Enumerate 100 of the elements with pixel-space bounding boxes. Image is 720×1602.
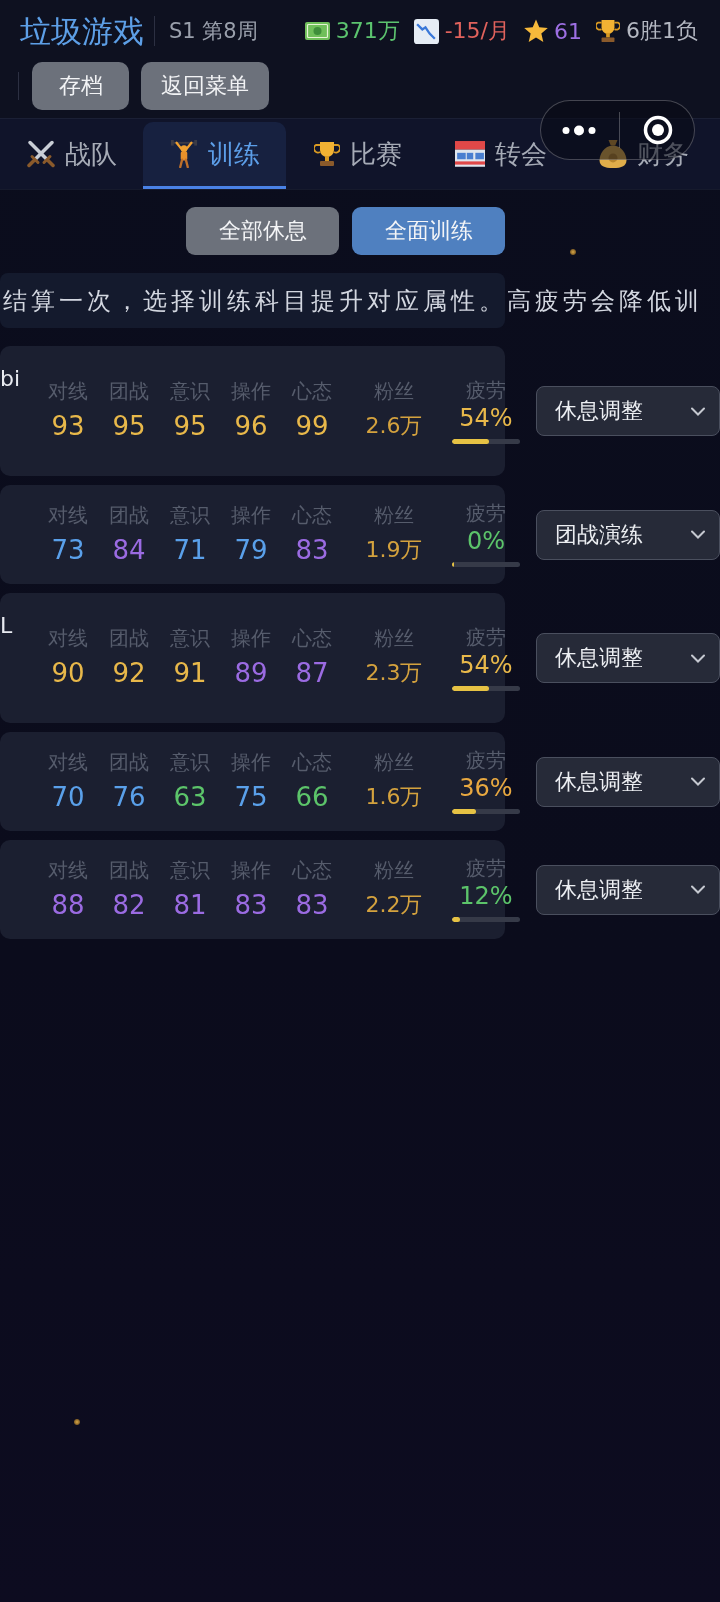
stat-value: 87 bbox=[295, 657, 329, 690]
fans-label: 粉丝 bbox=[374, 857, 414, 882]
rest-all-button[interactable]: 全部休息 bbox=[186, 207, 339, 255]
stat-value: 83 bbox=[295, 888, 329, 922]
stat-value: 83 bbox=[295, 533, 329, 567]
stat-value: 82 bbox=[112, 888, 146, 922]
save-button[interactable]: 存档 bbox=[32, 62, 129, 110]
fatigue-label: 疲劳 bbox=[466, 625, 506, 648]
fans-label: 粉丝 bbox=[374, 502, 414, 527]
chart-down-icon bbox=[413, 18, 439, 44]
stat-value: -15/月 bbox=[444, 17, 510, 45]
stat-value: 96 bbox=[234, 410, 268, 443]
stat-label: 对线 bbox=[48, 749, 88, 774]
stat-label: 对线 bbox=[48, 626, 88, 650]
stat-value: 76 bbox=[112, 780, 146, 814]
chevron-down-icon bbox=[691, 653, 705, 663]
fans-value: 2.3万 bbox=[365, 659, 423, 687]
stat-value: 88 bbox=[51, 888, 85, 922]
chevron-down-icon bbox=[691, 530, 705, 539]
training-select[interactable]: 休息调整 bbox=[536, 864, 720, 915]
fatigue-value: 0% bbox=[466, 526, 506, 556]
stat-label: 意识 bbox=[170, 626, 210, 650]
stat-label: 心态 bbox=[292, 749, 332, 774]
training-select[interactable]: 团战演练 bbox=[536, 509, 720, 560]
stat-label: 心态 bbox=[292, 857, 332, 882]
stat-value: 91 bbox=[173, 657, 207, 690]
fans-value: 1.6万 bbox=[365, 782, 423, 811]
stat-label: 心态 bbox=[292, 379, 332, 403]
glow-dot-icon bbox=[570, 249, 576, 255]
training-select[interactable]: 休息调整 bbox=[536, 756, 720, 807]
chevron-down-icon bbox=[691, 777, 705, 786]
store-icon bbox=[454, 141, 485, 167]
nav-tab[interactable]: 转会 bbox=[429, 122, 572, 189]
fatigue-label: 疲劳 bbox=[466, 749, 506, 771]
stat-value: 66 bbox=[295, 780, 329, 814]
stat-label: 团战 bbox=[109, 626, 149, 650]
glow-dot-icon bbox=[74, 1419, 80, 1425]
fatigue-label: 疲劳 bbox=[466, 857, 506, 879]
fatigue-value: 54% bbox=[459, 649, 513, 680]
banknote-icon bbox=[304, 22, 330, 40]
stat-value: 95 bbox=[173, 410, 207, 443]
stat-value: 95 bbox=[112, 410, 146, 443]
stat-value: 79 bbox=[234, 533, 268, 567]
stat-label: 团战 bbox=[109, 379, 149, 403]
nav-tab[interactable]: 训练 bbox=[143, 122, 286, 189]
stat-label: 心态 bbox=[292, 502, 332, 527]
more-icon[interactable] bbox=[562, 124, 596, 136]
info-text: 结算一次，选择训练科目提升对应属性。高疲劳会降低训 bbox=[3, 285, 703, 317]
chevron-down-icon bbox=[691, 885, 705, 894]
menu-button[interactable]: 返回菜单 bbox=[141, 62, 269, 110]
stat-label: 团战 bbox=[109, 857, 149, 882]
stat-value: 89 bbox=[234, 657, 268, 690]
crossed-swords-icon bbox=[26, 140, 55, 168]
fans-value: 1.9万 bbox=[365, 535, 423, 564]
money-bag-icon bbox=[598, 140, 627, 168]
fans-label: 粉丝 bbox=[374, 749, 414, 774]
stat-value: 99 bbox=[295, 410, 329, 443]
stat-value: 70 bbox=[51, 780, 85, 814]
app-title: 垃圾游戏 bbox=[20, 12, 144, 51]
star-icon bbox=[524, 19, 548, 43]
weightlifter-icon bbox=[169, 140, 198, 168]
stat-label: 操作 bbox=[231, 379, 271, 403]
stat-label: 心态 bbox=[292, 626, 332, 650]
stat-value: 371万 bbox=[335, 17, 400, 45]
training-select[interactable]: 休息调整 bbox=[536, 386, 720, 436]
stat-value: 83 bbox=[234, 888, 268, 922]
training-select[interactable]: 休息调整 bbox=[536, 633, 720, 683]
stat-label: 团战 bbox=[109, 749, 149, 774]
fans-value: 2.2万 bbox=[365, 890, 423, 919]
stat-label: 对线 bbox=[48, 379, 88, 403]
stat-value: 75 bbox=[234, 780, 268, 814]
trophy-icon bbox=[313, 141, 340, 167]
chevron-down-icon bbox=[691, 406, 705, 416]
trophy-icon bbox=[596, 19, 620, 43]
stat-label: 意识 bbox=[170, 502, 210, 527]
stat-value: 73 bbox=[51, 533, 85, 567]
stat-value: 92 bbox=[112, 657, 146, 690]
season-week: S1 第8周 bbox=[169, 18, 258, 45]
player-name: L bbox=[0, 612, 14, 640]
stat-label: 意识 bbox=[170, 749, 210, 774]
nav-tab[interactable]: 战队 bbox=[0, 122, 143, 189]
stat-label: 对线 bbox=[48, 857, 88, 882]
stat-label: 意识 bbox=[170, 857, 210, 882]
stat-label: 意识 bbox=[170, 379, 210, 403]
stat-value: 81 bbox=[173, 888, 207, 922]
stat-value: 71 bbox=[173, 533, 207, 567]
stat-label: 对线 bbox=[48, 502, 88, 527]
train-all-button[interactable]: 全面训练 bbox=[352, 207, 505, 255]
stat-label: 操作 bbox=[231, 749, 271, 774]
fatigue-label: 疲劳 bbox=[466, 502, 506, 524]
stat-label: 团战 bbox=[109, 502, 149, 527]
stat-label: 操作 bbox=[231, 626, 271, 650]
nav-tab[interactable]: 比赛 bbox=[286, 122, 429, 189]
fans-value: 2.6万 bbox=[365, 412, 423, 440]
stat-label: 操作 bbox=[231, 857, 271, 882]
stat-value: 84 bbox=[112, 533, 146, 567]
stat-label: 操作 bbox=[231, 502, 271, 527]
fatigue-value: 54% bbox=[459, 402, 513, 433]
stat-value: 6胜1负 bbox=[626, 17, 698, 45]
fans-label: 粉丝 bbox=[374, 626, 414, 650]
